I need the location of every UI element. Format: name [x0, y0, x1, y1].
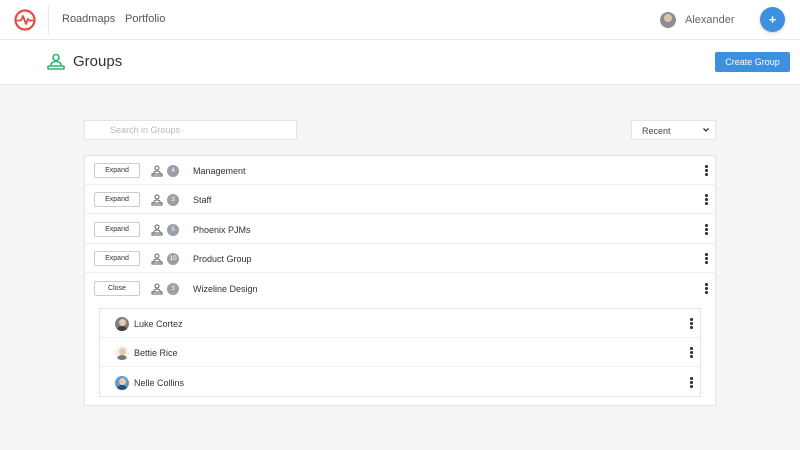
user-menu[interactable]: Alexander: [660, 12, 735, 28]
close-button[interactable]: Close: [94, 281, 140, 296]
page-header: Groups Create Group: [0, 40, 800, 85]
member-row: Luke Cortez: [100, 309, 700, 338]
sort-selected-value: Recent: [642, 126, 671, 136]
group-icon: [47, 53, 65, 70]
top-navbar: Roadmaps Portfolio Alexander +: [0, 0, 800, 40]
group-members-icon: [151, 165, 163, 177]
more-options-icon[interactable]: [705, 224, 708, 235]
member-avatar: [115, 317, 129, 331]
add-button[interactable]: +: [760, 7, 785, 32]
group-name[interactable]: Product Group: [193, 254, 252, 264]
member-count-badge: 4: [167, 165, 179, 177]
nav-roadmaps-link[interactable]: Roadmaps: [62, 13, 115, 25]
more-options-icon[interactable]: [705, 165, 708, 176]
member-count-badge: 5: [167, 224, 179, 236]
member-avatar: [115, 376, 129, 390]
more-options-icon[interactable]: [690, 318, 693, 329]
group-name[interactable]: Phoenix PJMs: [193, 225, 251, 235]
group-members-icon: [151, 194, 163, 206]
expand-button[interactable]: Expand: [94, 163, 140, 178]
member-name[interactable]: Nelle Collins: [134, 378, 184, 388]
group-row: Expand 3 Staff: [85, 185, 715, 214]
member-name[interactable]: Bettie Rice: [134, 348, 178, 358]
more-options-icon[interactable]: [690, 347, 693, 358]
group-name[interactable]: Management: [193, 166, 246, 176]
sort-dropdown[interactable]: Recent: [631, 120, 716, 140]
expand-button[interactable]: Expand: [94, 222, 140, 237]
group-row-expanded: Close 3 Wizeline Design: [85, 274, 715, 303]
page-title: Groups: [73, 53, 123, 70]
user-avatar: [660, 12, 676, 28]
pulse-logo-icon[interactable]: [14, 9, 36, 31]
expand-button[interactable]: Expand: [94, 192, 140, 207]
more-options-icon[interactable]: [705, 253, 708, 264]
group-members-icon: [151, 224, 163, 236]
group-members-list: Luke Cortez Bettie Rice Nelle Collins: [99, 308, 701, 397]
member-avatar: [115, 346, 129, 360]
group-row: Expand 5 Phoenix PJMs: [85, 215, 715, 244]
more-options-icon[interactable]: [705, 283, 708, 294]
more-options-icon[interactable]: [705, 194, 708, 205]
groups-list: Expand 4 Management Expand 3 Staff Expan…: [84, 155, 716, 406]
member-count-badge: 10: [167, 253, 179, 265]
group-name[interactable]: Staff: [193, 195, 211, 205]
more-options-icon[interactable]: [690, 377, 693, 388]
member-name[interactable]: Luke Cortez: [134, 319, 183, 329]
group-row: Expand 4 Management: [85, 156, 715, 185]
group-name[interactable]: Wizeline Design: [193, 284, 258, 294]
nav-divider: [48, 5, 49, 35]
member-row: Nelle Collins: [100, 368, 700, 397]
chevron-down-icon: [703, 128, 709, 132]
expand-button[interactable]: Expand: [94, 251, 140, 266]
user-name: Alexander: [685, 14, 735, 26]
member-count-badge: 3: [167, 283, 179, 295]
member-row: Bettie Rice: [100, 338, 700, 367]
group-members-icon: [151, 253, 163, 265]
group-row: Expand 10 Product Group: [85, 244, 715, 273]
nav-portfolio-link[interactable]: Portfolio: [125, 13, 165, 25]
search-groups-input[interactable]: [84, 120, 297, 140]
create-group-button[interactable]: Create Group: [715, 52, 790, 72]
group-members-icon: [151, 283, 163, 295]
member-count-badge: 3: [167, 194, 179, 206]
